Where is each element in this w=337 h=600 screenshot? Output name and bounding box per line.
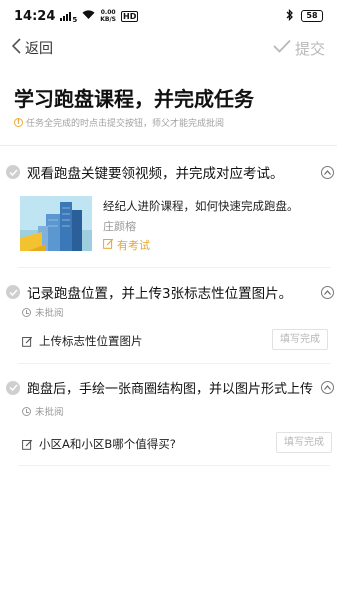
submit-button[interactable]: 提交	[273, 38, 325, 59]
task-title: 观看跑盘关键要领视频，并完成对应考试。	[27, 166, 284, 182]
review-status-label: 未批阅	[35, 308, 64, 319]
course-description: 经纪人进阶课程，如何快速完成跑盘。	[103, 199, 299, 213]
section-divider	[0, 145, 337, 146]
submit-label: 提交	[294, 39, 325, 58]
submit-notice: ! 任务全完成的时点击提交按钮，师父才能完成批阅	[14, 116, 224, 129]
check-circle-icon	[6, 380, 20, 395]
hd-badge: HD	[121, 10, 139, 22]
task-item-label: 上传标志性位置图片	[39, 334, 143, 348]
task-header-2: 记录跑盘位置，并上传3张标志性位置图片。	[6, 282, 334, 302]
task-divider	[18, 465, 330, 466]
task-title: 跑盘后，手绘一张商圈结构图，并以图片形式上传	[27, 382, 314, 397]
chevron-left-icon	[11, 38, 21, 58]
info-icon: !	[14, 118, 23, 127]
task-item[interactable]: 小区A和小区B哪个值得买?	[22, 436, 176, 452]
task-divider	[18, 363, 330, 364]
bluetooth-icon	[286, 8, 294, 24]
task-item-label: 小区A和小区B哪个值得买?	[39, 437, 176, 451]
net-speed: 0.00 KB/S	[100, 9, 116, 23]
net-speed-value: 0.00	[100, 9, 116, 16]
battery-indicator: 58	[301, 10, 323, 22]
review-status: 未批阅	[22, 404, 64, 418]
edit-icon	[22, 439, 33, 450]
fill-complete-button[interactable]: 填写完成	[272, 329, 328, 350]
review-status: 未批阅	[22, 305, 64, 319]
checkmark-icon	[273, 39, 291, 57]
page-title: 学习跑盘课程，并完成任务	[14, 87, 254, 111]
chevron-up-icon[interactable]	[321, 165, 334, 179]
course-card[interactable]: 经纪人进阶课程，如何快速完成跑盘。 庄颜榕 有考试	[20, 196, 325, 252]
task-item[interactable]: 上传标志性位置图片	[22, 333, 143, 349]
exam-label: 有考试	[117, 239, 150, 252]
back-label: 返回	[25, 41, 53, 57]
status-right: 58	[286, 8, 323, 24]
status-left: 14:24 5 0.00 KB/S HD	[14, 8, 139, 24]
task-header-3: 跑盘后，手绘一张商圈结构图，并以图片形式上传	[6, 378, 334, 397]
net-speed-unit: KB/S	[100, 16, 117, 23]
exam-edit-icon	[103, 238, 114, 252]
task-title: 记录跑盘位置，并上传3张标志性位置图片。	[27, 286, 293, 302]
status-time: 14:24	[14, 8, 56, 24]
back-button[interactable]: 返回	[11, 38, 53, 58]
course-author: 庄颜榕	[103, 220, 136, 233]
exam-badge: 有考试	[103, 237, 150, 253]
check-circle-icon	[6, 285, 20, 299]
chevron-up-icon[interactable]	[321, 285, 334, 299]
task-divider	[18, 267, 330, 268]
fill-complete-button[interactable]: 填写完成	[276, 432, 332, 453]
signal-sub-label: 5	[72, 15, 78, 24]
status-bar: 14:24 5 0.00 KB/S HD 58	[0, 0, 337, 32]
edit-icon	[22, 336, 33, 347]
chevron-up-icon[interactable]	[321, 381, 334, 394]
task-header-1: 观看跑盘关键要领视频，并完成对应考试。	[6, 162, 334, 182]
clock-icon	[22, 406, 31, 416]
course-thumbnail	[20, 196, 92, 251]
nav-bar: 返回 提交	[0, 32, 337, 64]
clock-icon	[22, 307, 31, 317]
check-circle-icon	[6, 165, 20, 179]
wifi-icon	[82, 9, 95, 23]
notice-text: 任务全完成的时点击提交按钮，师父才能完成批阅	[26, 119, 225, 129]
review-status-label: 未批阅	[35, 407, 64, 418]
signal-icon	[60, 11, 72, 21]
